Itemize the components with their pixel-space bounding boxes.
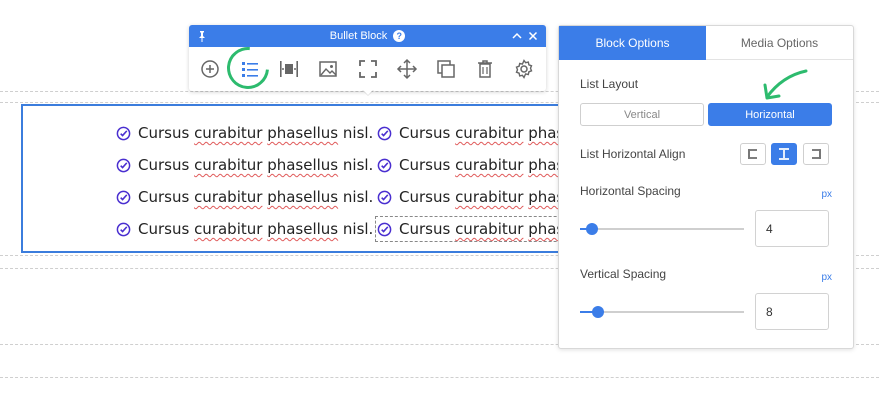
bullet-item[interactable]: Cursus curabitur phasellus nisl. [116, 186, 373, 208]
duplicate-button[interactable] [435, 58, 457, 80]
annotation-arrow-icon [763, 69, 808, 100]
check-circle-icon [116, 190, 131, 204]
add-icon [201, 60, 219, 78]
bullet-block[interactable]: Cursus curabitur phasellus nisl. Cursus c… [21, 104, 581, 253]
add-button[interactable] [199, 58, 221, 80]
bullet-item[interactable]: Cursus curabitur phasellus nisl. [377, 122, 579, 144]
bullet-text: Cursus curabitur phasellus nisl. [399, 124, 579, 142]
horizontal-spacing-input[interactable] [755, 210, 829, 247]
horizontal-spacing-unit[interactable]: px [821, 189, 832, 200]
horizontal-spacing-label: Horizontal Spacing [580, 184, 681, 198]
bullet-text: Cursus curabitur phasellus nisl. [138, 156, 374, 174]
check-circle-icon [377, 158, 392, 172]
fullscreen-icon [359, 60, 377, 78]
list-layout-toggle: Vertical Horizontal [580, 103, 832, 126]
bullet-item[interactable]: Cursus curabitur phasellus nisl. [377, 154, 579, 176]
align-right-icon [812, 149, 821, 159]
gear-icon [515, 59, 533, 79]
options-tabs: Block Options Media Options [559, 26, 853, 60]
layout-vertical-button[interactable]: Vertical [580, 103, 704, 126]
bullet-item[interactable]: Cursus curabitur phasellus nisl. [377, 186, 579, 208]
check-circle-icon [377, 222, 392, 236]
check-circle-icon [377, 126, 392, 140]
vertical-spacing-input[interactable] [755, 293, 829, 330]
toolbar-title: Bullet Block [329, 30, 388, 42]
close-icon[interactable] [526, 29, 540, 43]
bullet-item[interactable]: Cursus curabitur phasellus nisl. [374, 216, 579, 242]
align-left-icon [748, 149, 757, 159]
align-right-button[interactable] [803, 143, 829, 165]
check-circle-icon [116, 222, 131, 236]
check-circle-icon [377, 190, 392, 204]
align-center-button[interactable] [771, 143, 797, 165]
bullet-item[interactable]: Cursus curabitur phasellus nisl. [116, 122, 373, 144]
bullet-text: Cursus curabitur phasellus nisl. [138, 220, 374, 238]
slider-handle[interactable] [586, 223, 598, 235]
bullet-text: Cursus curabitur phasellus nisl. [399, 188, 579, 206]
image-button[interactable] [317, 58, 339, 80]
bullet-text: Cursus curabitur phasellus nisl. [138, 124, 374, 142]
horizontal-spacing-slider[interactable] [580, 223, 744, 235]
fullscreen-button[interactable] [357, 58, 379, 80]
layout-horizontal-button[interactable]: Horizontal [708, 103, 832, 126]
spacing-icon [280, 61, 298, 77]
toolbar-header[interactable]: Bullet Block? [189, 25, 546, 47]
guide-line [0, 377, 879, 378]
vertical-spacing-unit[interactable]: px [821, 272, 832, 283]
bullet-text: Cursus curabitur phasellus nisl. [399, 220, 579, 238]
align-left-button[interactable] [740, 143, 766, 165]
align-center-icon [779, 148, 789, 160]
check-circle-icon [116, 126, 131, 140]
bullet-item[interactable]: Cursus curabitur phasellus nisl. [116, 154, 373, 176]
image-icon [319, 61, 337, 77]
move-icon [396, 58, 418, 80]
trash-icon [478, 60, 492, 78]
settings-button[interactable] [513, 58, 535, 80]
vertical-spacing-label: Vertical Spacing [580, 267, 667, 281]
tab-block-options[interactable]: Block Options [559, 26, 706, 60]
slider-handle[interactable] [592, 306, 604, 318]
bullet-item[interactable]: Cursus curabitur phasellus nisl. [116, 218, 373, 240]
vertical-spacing-slider[interactable] [580, 306, 744, 318]
horizontal-align-label: List Horizontal Align [580, 147, 686, 161]
list-layout-label: List Layout [580, 77, 639, 91]
check-circle-icon [116, 158, 131, 172]
collapse-icon[interactable] [510, 29, 524, 43]
delete-button[interactable] [474, 58, 496, 80]
help-icon[interactable]: ? [393, 30, 406, 43]
move-button[interactable] [396, 58, 418, 80]
toolbar-pointer [362, 89, 374, 95]
tab-media-options[interactable]: Media Options [706, 26, 853, 60]
bullet-text: Cursus curabitur phasellus nisl. [399, 156, 579, 174]
bullet-text: Cursus curabitur phasellus nisl. [138, 188, 374, 206]
spacing-button[interactable] [278, 58, 300, 80]
duplicate-icon [437, 60, 455, 78]
